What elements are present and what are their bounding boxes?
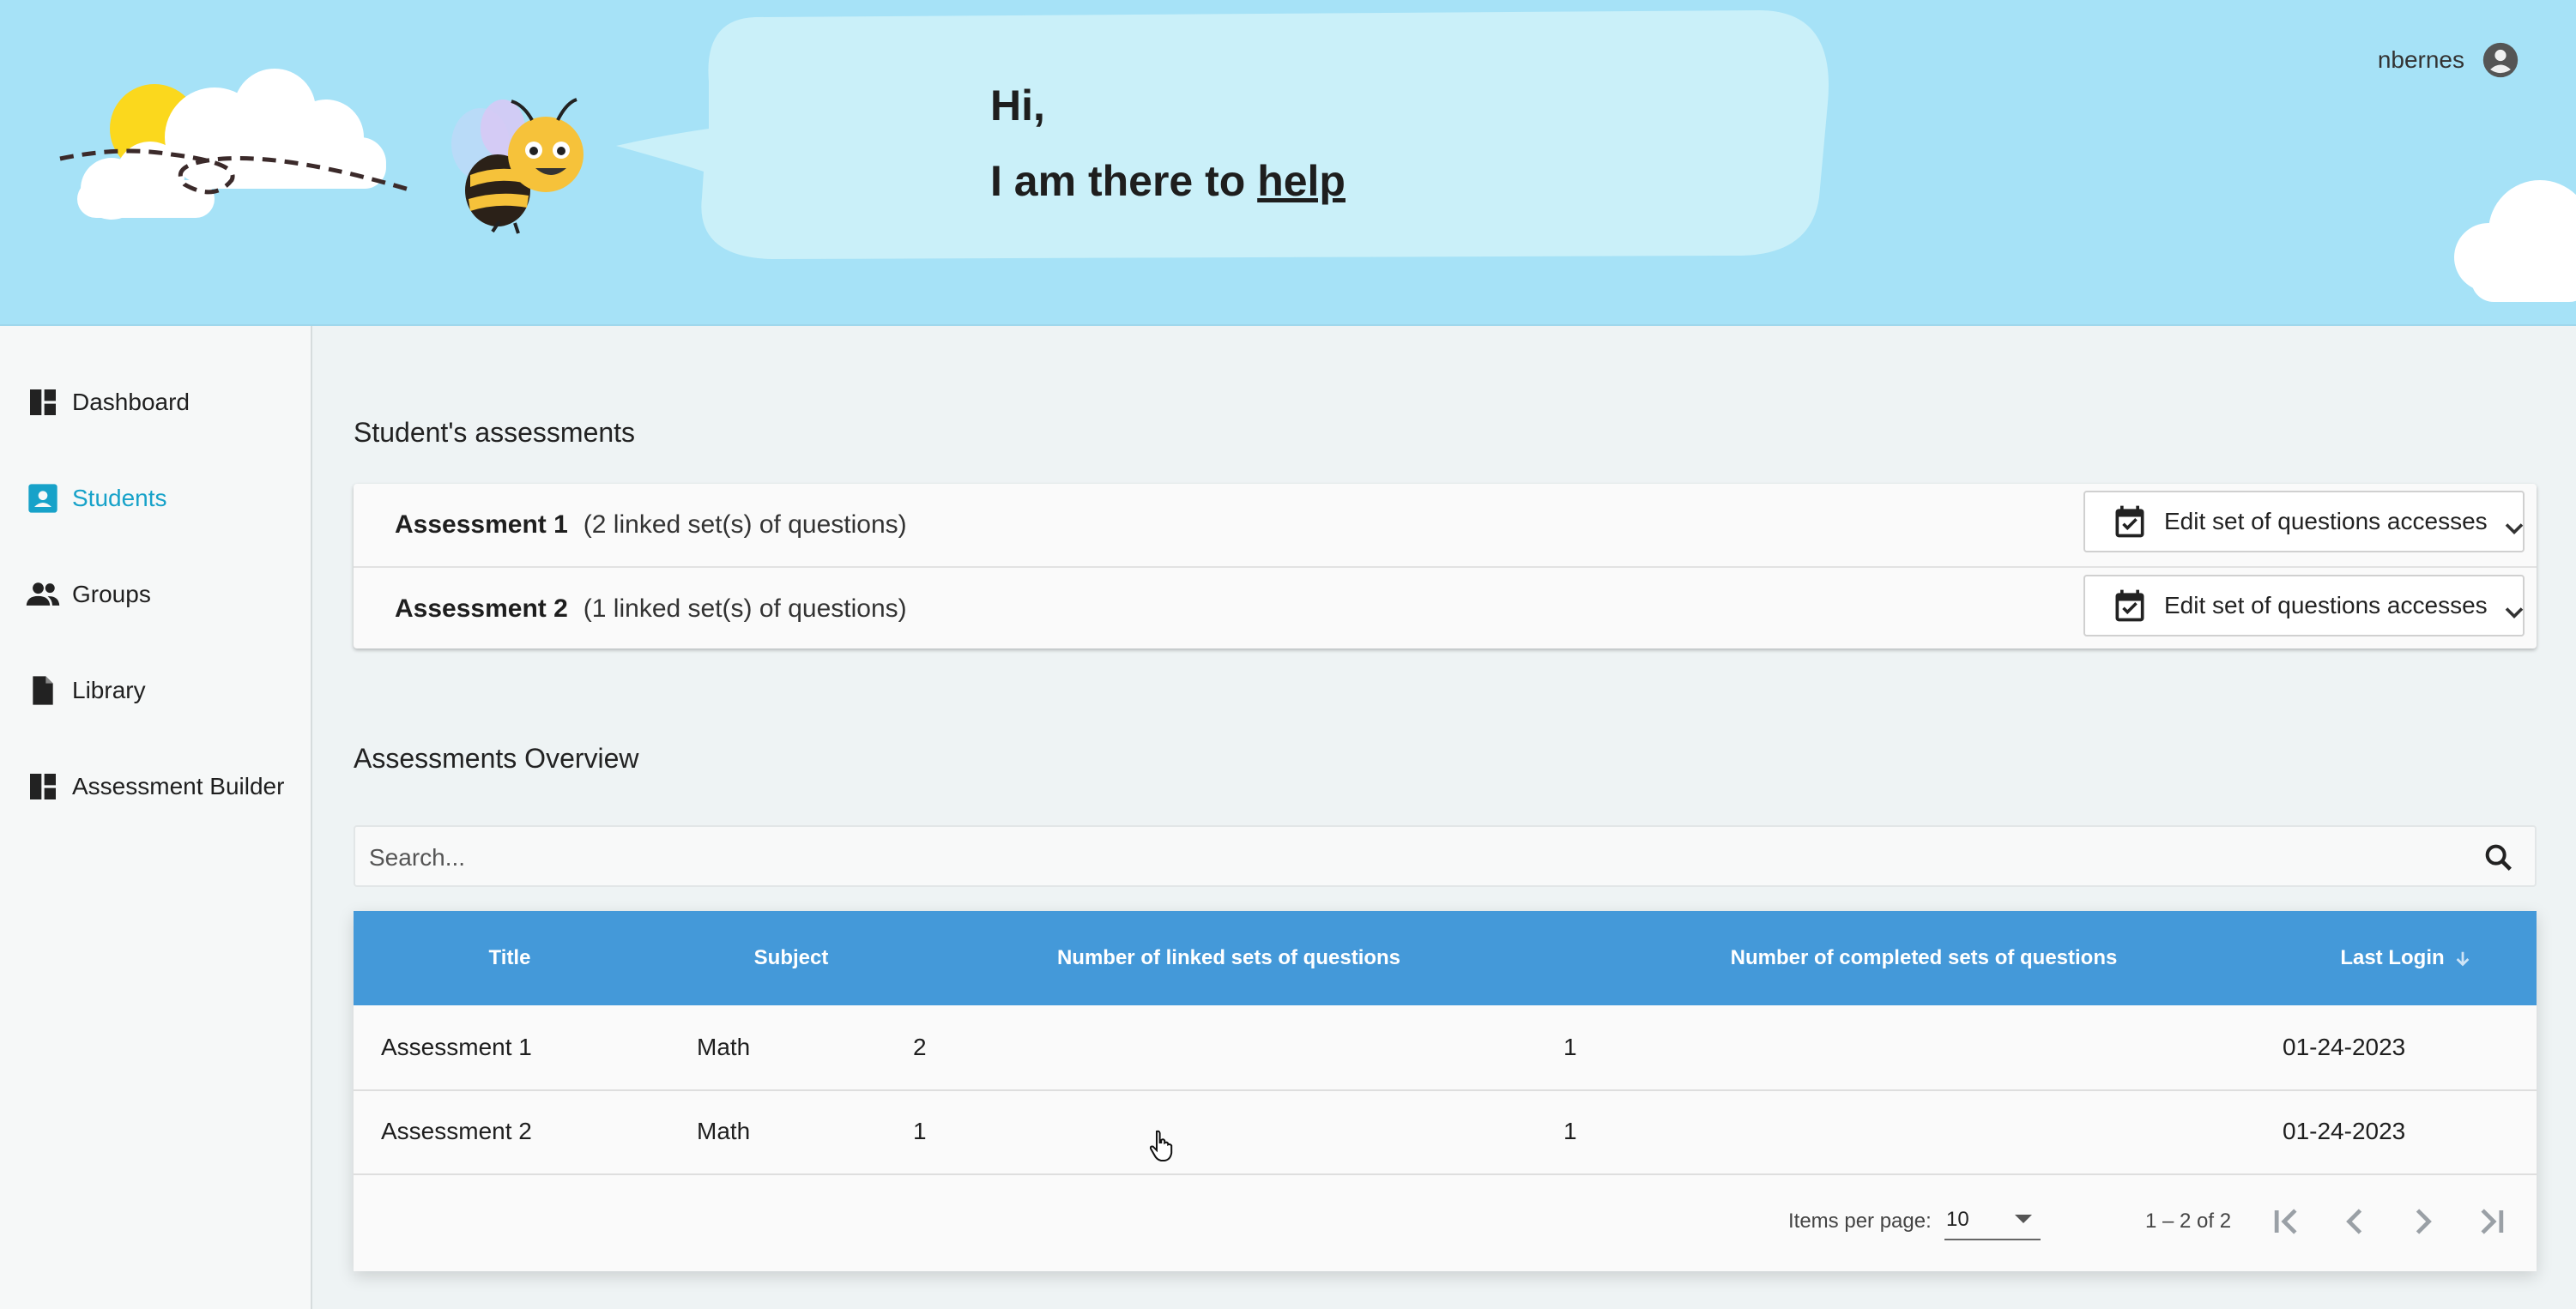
sidebar-item-label: Dashboard	[72, 389, 190, 415]
assessments-table: Title Subject Number of linked sets of q…	[354, 911, 2537, 1271]
overview-section-title: Assessments Overview	[354, 743, 639, 774]
accordion-item-assessment-2[interactable]: Assessment 2 (1 linked set(s) of questio…	[354, 566, 2537, 650]
cell-completed-sets: 1	[1563, 1118, 1577, 1144]
cell-subject: Math	[697, 1118, 751, 1144]
items-per-page-label: Items per page:	[1788, 1209, 1932, 1233]
cell-title: Assessment 2	[381, 1118, 532, 1144]
sidebar-nav: Dashboard Students Groups Library Assess…	[0, 326, 312, 1309]
assessments-section-title: Student's assessments	[354, 417, 636, 448]
document-icon	[24, 672, 62, 709]
search-bar	[354, 825, 2537, 887]
edit-accesses-button[interactable]: Edit set of questions accesses	[2083, 575, 2525, 636]
column-header-last-login[interactable]: Last Login	[2276, 911, 2537, 1005]
cell-completed-sets: 1	[1563, 1034, 1577, 1060]
table-row[interactable]: Assessment 2 Math 1 1 01-24-2023	[354, 1089, 2537, 1175]
calendar-check-icon	[2115, 589, 2144, 622]
last-page-icon[interactable]	[2470, 1199, 2514, 1244]
username: nbernes	[2377, 46, 2464, 73]
greeting-block: Hi, I am there to help	[990, 79, 1345, 208]
app-header: Hi, I am there to help nbernes	[0, 0, 2576, 326]
column-header-title[interactable]: Title	[388, 911, 632, 1005]
main-content: Student's assessments Assessment 1 (2 li…	[312, 326, 2576, 1309]
chevron-down-icon[interactable]	[2499, 513, 2530, 544]
sidebar-item-assessment-builder[interactable]: Assessment Builder	[0, 755, 311, 818]
items-per-page-value: 10	[1946, 1208, 1969, 1231]
assessment-name: Assessment 2	[395, 594, 568, 623]
assessment-description: (2 linked set(s) of questions)	[583, 510, 907, 539]
greeting-line2: I am there to help	[990, 154, 1345, 208]
sidebar-item-label: Groups	[72, 581, 151, 607]
calendar-check-icon	[2115, 505, 2144, 538]
sort-arrow-down-icon	[2456, 951, 2470, 967]
sidebar-item-library[interactable]: Library	[0, 659, 311, 722]
sidebar-item-label: Assessment Builder	[72, 773, 285, 799]
greeting-prefix: I am there to	[990, 157, 1258, 205]
sidebar-item-groups[interactable]: Groups	[0, 563, 311, 626]
items-per-page-select[interactable]: 10	[1944, 1204, 2041, 1240]
assessment-description: (1 linked set(s) of questions)	[583, 594, 907, 623]
sidebar-item-students[interactable]: Students	[0, 467, 311, 530]
column-header-label: Last Login	[2340, 946, 2445, 969]
next-page-icon[interactable]	[2401, 1199, 2446, 1244]
column-header-completed-sets[interactable]: Number of completed sets of questions	[1606, 911, 2241, 1005]
previous-page-icon[interactable]	[2332, 1199, 2377, 1244]
cell-linked-sets: 2	[913, 1034, 927, 1060]
search-icon[interactable]	[2482, 841, 2516, 875]
cell-title: Assessment 1	[381, 1034, 532, 1060]
first-page-icon[interactable]	[2264, 1199, 2308, 1244]
column-header-subject[interactable]: Subject	[680, 911, 903, 1005]
hand-pointer-cursor-icon	[1149, 1130, 1173, 1161]
accordion-item-assessment-1[interactable]: Assessment 1 (2 linked set(s) of questio…	[354, 484, 2537, 566]
cell-linked-sets: 1	[913, 1118, 927, 1144]
sidebar-item-label: Library	[72, 677, 146, 703]
edit-accesses-label: Edit set of questions accesses	[2164, 592, 2488, 618]
sidebar-item-label: Students	[72, 485, 167, 511]
help-link[interactable]: help	[1257, 157, 1345, 205]
paginator: Items per page: 10 1 – 2 of 2	[354, 1175, 2537, 1271]
bee-mascot	[451, 98, 584, 234]
cell-subject: Math	[697, 1034, 751, 1060]
greeting-line1: Hi,	[990, 81, 1045, 130]
cell-last-login: 01-24-2023	[2283, 1034, 2406, 1060]
groups-icon	[24, 576, 62, 613]
sidebar-item-dashboard[interactable]: Dashboard	[0, 371, 311, 434]
cloud-right-shape	[2454, 180, 2576, 302]
dashboard-icon	[24, 383, 62, 421]
user-menu[interactable]: nbernes	[2378, 41, 2519, 79]
table-row[interactable]: Assessment 1 Math 2 1 01-24-2023	[354, 1005, 2537, 1091]
edit-accesses-label: Edit set of questions accesses	[2164, 508, 2488, 534]
student-badge-icon	[24, 480, 62, 517]
page-range-label: 1 – 2 of 2	[2145, 1209, 2232, 1233]
chevron-down-icon[interactable]	[2499, 597, 2530, 628]
dropdown-arrow-icon	[2015, 1215, 2032, 1223]
dashboard-icon	[24, 768, 62, 805]
table-header: Title Subject Number of linked sets of q…	[354, 911, 2537, 1005]
assessments-accordion: Assessment 1 (2 linked set(s) of questio…	[354, 484, 2537, 648]
column-header-linked-sets[interactable]: Number of linked sets of questions	[954, 911, 1503, 1005]
assessment-name: Assessment 1	[395, 510, 568, 539]
account-circle-icon[interactable]	[2482, 41, 2519, 79]
cell-last-login: 01-24-2023	[2283, 1118, 2406, 1144]
search-input[interactable]	[367, 835, 2464, 880]
edit-accesses-button[interactable]: Edit set of questions accesses	[2083, 491, 2525, 552]
